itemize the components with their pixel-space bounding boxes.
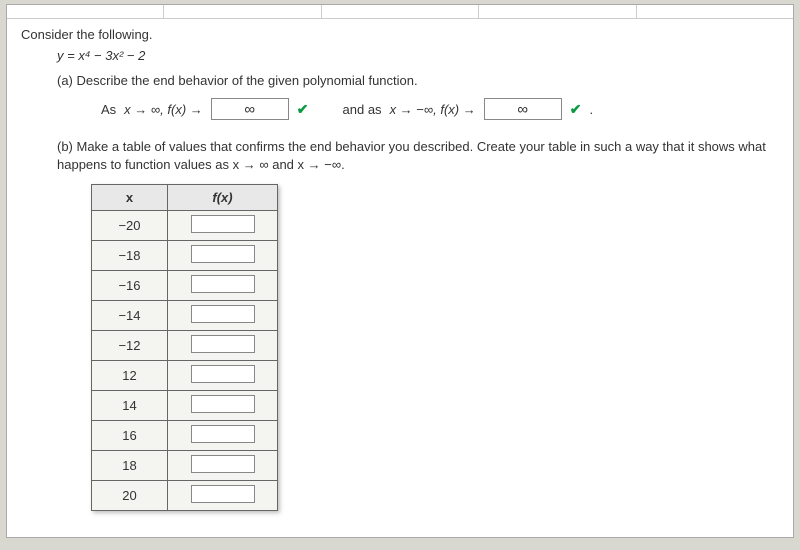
x-cell: −20	[92, 211, 168, 241]
tab-seg	[322, 5, 479, 19]
fx-input[interactable]	[191, 335, 255, 353]
fx-cell	[168, 271, 278, 301]
table-row: −14	[92, 301, 278, 331]
answer-box-1[interactable]: ∞	[211, 98, 289, 120]
table-row: 20	[92, 481, 278, 511]
fx-cell	[168, 211, 278, 241]
table-row: −12	[92, 331, 278, 361]
col-header-x: x	[92, 185, 168, 211]
tab-seg	[164, 5, 321, 19]
part-b-label: (b) Make a table of values that confirms…	[57, 138, 779, 174]
x-cell: 14	[92, 391, 168, 421]
table-row: 14	[92, 391, 278, 421]
tab-seg	[637, 5, 793, 19]
part-b-line2: happens to function values as x → ∞ and …	[57, 157, 345, 172]
top-tab-row	[7, 5, 793, 19]
table-row: −20	[92, 211, 278, 241]
table-header-row: x f(x)	[92, 185, 278, 211]
table-row: −16	[92, 271, 278, 301]
as-text: As	[101, 102, 116, 117]
and-as-text: and as	[343, 102, 382, 117]
answer-box-2[interactable]: ∞	[484, 98, 562, 120]
tab-seg	[7, 5, 164, 19]
fx-input[interactable]	[191, 215, 255, 233]
table-row: 16	[92, 421, 278, 451]
col-header-fx: f(x)	[168, 185, 278, 211]
question-prompt: Consider the following.	[21, 27, 779, 42]
part-b-line1: (b) Make a table of values that confirms…	[57, 139, 766, 154]
table-row: 18	[92, 451, 278, 481]
fx-cell	[168, 361, 278, 391]
fx-input[interactable]	[191, 395, 255, 413]
x-cell: −18	[92, 241, 168, 271]
question-card: Consider the following. y = x⁴ − 3x² − 2…	[6, 4, 794, 538]
check-icon: ✔	[570, 101, 582, 118]
x-cell: 12	[92, 361, 168, 391]
fx-cell	[168, 451, 278, 481]
table-row: −18	[92, 241, 278, 271]
part-a-answer-row: As x → ∞, f(x) → ∞ ✔ and as x → −∞, f(x)…	[101, 98, 779, 120]
fx-cell	[168, 241, 278, 271]
check-icon: ✔	[297, 101, 309, 118]
x-cell: 16	[92, 421, 168, 451]
fx-cell	[168, 391, 278, 421]
x-cell: −14	[92, 301, 168, 331]
fx-input[interactable]	[191, 245, 255, 263]
fx-input[interactable]	[191, 425, 255, 443]
trailing-dot: .	[590, 102, 594, 117]
fx-cell	[168, 421, 278, 451]
fx-input[interactable]	[191, 365, 255, 383]
equation: y = x⁴ − 3x² − 2	[57, 48, 779, 63]
x-cell: 18	[92, 451, 168, 481]
fx-input[interactable]	[191, 485, 255, 503]
x-cell: 20	[92, 481, 168, 511]
table-row: 12	[92, 361, 278, 391]
limit-1-math: x → ∞, f(x) →	[124, 102, 203, 117]
tab-seg	[479, 5, 636, 19]
table-body: −20 −18 −16 −14 −12 12	[92, 211, 278, 511]
x-cell: −12	[92, 331, 168, 361]
part-a-label: (a) Describe the end behavior of the giv…	[57, 73, 779, 88]
fx-cell	[168, 481, 278, 511]
limit-2-math: x → −∞, f(x) →	[390, 102, 476, 117]
x-cell: −16	[92, 271, 168, 301]
values-table: x f(x) −20 −18 −16 −14 −12	[91, 184, 278, 511]
fx-input[interactable]	[191, 275, 255, 293]
fx-input[interactable]	[191, 455, 255, 473]
fx-input[interactable]	[191, 305, 255, 323]
fx-cell	[168, 331, 278, 361]
fx-cell	[168, 301, 278, 331]
